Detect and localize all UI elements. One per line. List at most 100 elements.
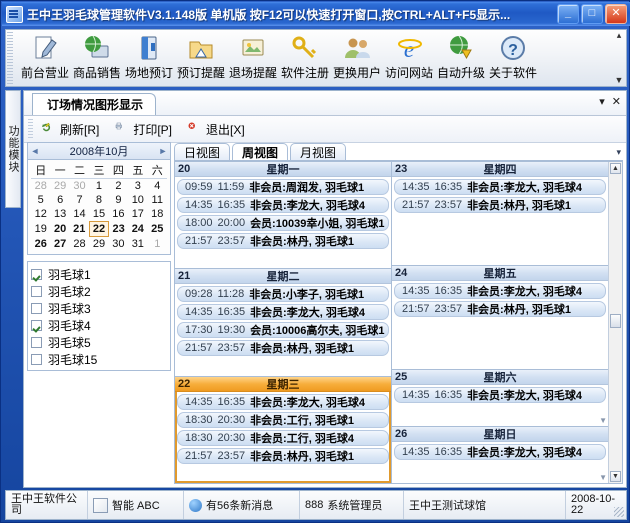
court-checkbox[interactable] <box>31 303 42 314</box>
calendar-day-cell[interactable]: 29 <box>89 237 108 252</box>
view-tabs-overflow-icon[interactable]: ▾ <box>616 147 621 158</box>
minimize-button[interactable]: _ <box>557 4 579 24</box>
day-cell-20[interactable]: 20 星期一 09:59 11:59 非会员:周润发, 羽毛球1 14:35 16:35 非会… <box>175 162 391 270</box>
calendar-day-cell[interactable]: 27 <box>50 237 69 252</box>
court-list-item[interactable]: 羽毛球15 <box>31 351 167 368</box>
day-cell-scroll-indicator[interactable]: ▼ <box>599 416 607 425</box>
toolbar-button-2[interactable]: 商品销售 <box>71 30 123 81</box>
calendar-day-cell[interactable]: 6 <box>50 193 69 207</box>
child-toolbar-drag-handle[interactable] <box>28 119 33 139</box>
toolbar-button-4[interactable]: 预订提醒 <box>175 30 227 81</box>
status-messages[interactable]: 有56条新消息 <box>184 491 300 519</box>
child-close-icon[interactable]: ✕ <box>612 95 621 108</box>
appointment-item[interactable]: 21:57 23:57 非会员:林丹, 羽毛球1 <box>177 233 389 249</box>
calendar-day-cell[interactable]: 10 <box>128 193 147 207</box>
calendar-day-cell[interactable]: 28 <box>70 237 89 252</box>
scrollbar-thumb[interactable] <box>610 314 621 328</box>
toolbar-button-3[interactable]: 场地预订 <box>123 30 175 81</box>
calendar-day-cell[interactable]: 26 <box>31 237 50 252</box>
toolbar-button-9[interactable]: 自动升级 <box>435 30 487 81</box>
calendar-day-cell[interactable]: 12 <box>31 207 50 222</box>
calendar-day-cell[interactable]: 1 <box>148 237 167 252</box>
calendar-day-cell[interactable]: 11 <box>148 193 167 207</box>
appointment-item[interactable]: 09:28 11:28 非会员:小李子, 羽毛球1 <box>177 286 389 303</box>
court-checkbox[interactable] <box>31 354 42 365</box>
toolbar-scroll-down-icon[interactable]: ▼ <box>615 76 624 85</box>
court-checkbox[interactable] <box>31 337 42 348</box>
scroll-up-icon[interactable]: ▲ <box>610 163 621 174</box>
calendar-prev-icon[interactable]: ◄ <box>28 146 42 156</box>
day-cell-scroll-indicator[interactable]: ▼ <box>599 473 607 482</box>
calendar-day-cell[interactable]: 13 <box>50 207 69 222</box>
court-list-item[interactable]: 羽毛球1 <box>31 266 167 283</box>
calendar-day-cell[interactable]: 20 <box>50 222 69 237</box>
calendar-day-cell[interactable]: 29 <box>50 179 69 194</box>
appointment-item[interactable]: 14:35 16:35 非会员:李龙大, 羽毛球4 <box>177 393 389 410</box>
view-tab-3[interactable]: 月视图 <box>290 143 347 160</box>
day-cell-26[interactable]: 26 星期日 14:35 16:35 非会员:李龙大, 羽毛球4 ▼ <box>392 427 608 483</box>
appointment-item[interactable]: 21:57 23:57 非会员:林丹, 羽毛球1 <box>394 197 606 213</box>
calendar-day-cell[interactable]: 4 <box>148 179 167 194</box>
close-button[interactable]: ✕ <box>605 4 627 24</box>
calendar-day-cell[interactable]: 24 <box>128 222 147 237</box>
appointment-item[interactable]: 14:35 16:35 非会员:李龙大, 羽毛球4 <box>394 444 606 460</box>
toolbar-drag-handle[interactable] <box>7 32 13 84</box>
calendar-day-cell[interactable]: 5 <box>31 193 50 207</box>
calendar-day-cell[interactable]: 3 <box>128 179 147 194</box>
calendar-day-cell[interactable]: 28 <box>31 179 50 194</box>
calendar-day-cell[interactable]: 15 <box>89 207 108 222</box>
toolbar-scroll-up-icon[interactable]: ▴ <box>617 31 622 40</box>
day-cell-21[interactable]: 21 星期二 09:28 11:28 非会员:小李子, 羽毛球1 14:35 16:35 非会… <box>175 269 391 377</box>
calendar-day-cell[interactable]: 25 <box>148 222 167 237</box>
maximize-button[interactable]: □ <box>581 4 603 24</box>
appointment-item[interactable]: 14:35 16:35 非会员:李龙大, 羽毛球4 <box>177 304 389 321</box>
calendar-day-cell[interactable]: 19 <box>31 222 50 237</box>
scroll-down-icon[interactable]: ▼ <box>610 471 621 482</box>
calendar-day-cell[interactable]: 31 <box>128 237 147 252</box>
function-modules-tab[interactable]: 功能模块 <box>5 90 21 208</box>
calendar-day-cell[interactable]: 30 <box>109 237 128 252</box>
toolbar-button-1[interactable]: 前台营业 <box>19 30 71 81</box>
calendar-day-cell[interactable]: 2 <box>109 179 128 194</box>
appointment-item[interactable]: 14:35 16:35 非会员:李龙大, 羽毛球4 <box>394 179 606 195</box>
child-toolbar-button-2[interactable]: 打印[P] <box>108 118 179 141</box>
calendar-day-cell[interactable]: 23 <box>109 222 128 237</box>
calendar-day-cell[interactable]: 21 <box>70 222 89 237</box>
court-checkbox[interactable] <box>31 286 42 297</box>
appointment-item[interactable]: 18:00 20:00 会员:10039幸小姐, 羽毛球1 <box>177 215 389 231</box>
appointment-item[interactable]: 21:57 23:57 非会员:林丹, 羽毛球1 <box>177 340 389 357</box>
calendar-day-cell[interactable]: 16 <box>109 207 128 222</box>
month-calendar[interactable]: 日一二三四五六 28 29 30 1 2 3 4 5 6 7 8 9 10 11 12 13 14 15 16 17 1… <box>27 160 171 255</box>
appointment-item[interactable]: 21:57 23:57 非会员:林丹, 羽毛球1 <box>177 447 389 464</box>
calendar-day-cell[interactable]: 7 <box>70 193 89 207</box>
status-ime[interactable]: 智能 ABC <box>88 491 184 519</box>
court-checkbox[interactable] <box>31 269 42 280</box>
day-cell-22[interactable]: 22 星期三 14:35 16:35 非会员:李龙大, 羽毛球4 18:30 20:30 非会… <box>175 376 391 483</box>
calendar-day-cell[interactable]: 17 <box>128 207 147 222</box>
appointment-item[interactable]: 09:59 11:59 非会员:周润发, 羽毛球1 <box>177 179 389 195</box>
view-tab-2[interactable]: 周视图 <box>232 143 289 160</box>
toolbar-button-7[interactable]: 更换用户 <box>331 30 383 81</box>
calendar-day-cell[interactable]: 8 <box>89 193 108 207</box>
day-cell-25[interactable]: 25 星期六 14:35 16:35 非会员:李龙大, 羽毛球4 ▼ <box>392 370 608 427</box>
child-menu-arrow-icon[interactable]: ▾ <box>599 95 605 108</box>
toolbar-button-8[interactable]: e 访问网站 <box>383 30 435 81</box>
appointment-item[interactable]: 18:30 20:30 非会员:工行, 羽毛球1 <box>177 411 389 428</box>
week-vertical-scrollbar[interactable]: ▲ ▼ <box>608 162 622 483</box>
court-list-item[interactable]: 羽毛球2 <box>31 283 167 300</box>
day-cell-24[interactable]: 24 星期五 14:35 16:35 非会员:李龙大, 羽毛球4 21:57 23:57 非会… <box>392 266 608 370</box>
appointment-item[interactable]: 14:35 16:35 非会员:李龙大, 羽毛球4 <box>394 387 606 403</box>
toolbar-button-5[interactable]: 退场提醒 <box>227 30 279 81</box>
day-cell-23[interactable]: 23 星期四 14:35 16:35 非会员:李龙大, 羽毛球4 21:57 23:57 非会… <box>392 162 608 266</box>
resize-grip[interactable] <box>614 507 624 517</box>
calendar-day-cell[interactable]: 18 <box>148 207 167 222</box>
calendar-day-cell[interactable]: 9 <box>109 193 128 207</box>
court-checkbox[interactable] <box>31 320 42 331</box>
appointment-item[interactable]: 18:30 20:30 非会员:工行, 羽毛球4 <box>177 429 389 446</box>
child-toolbar-button-1[interactable]: 刷新[R] <box>35 118 106 141</box>
toolbar-overflow-scroller[interactable]: ▴ ▼ <box>612 31 626 85</box>
toolbar-button-6[interactable]: 软件注册 <box>279 30 331 81</box>
court-list-item[interactable]: 羽毛球4 <box>31 317 167 334</box>
calendar-next-icon[interactable]: ► <box>156 146 170 156</box>
view-tab-1[interactable]: 日视图 <box>174 143 231 160</box>
